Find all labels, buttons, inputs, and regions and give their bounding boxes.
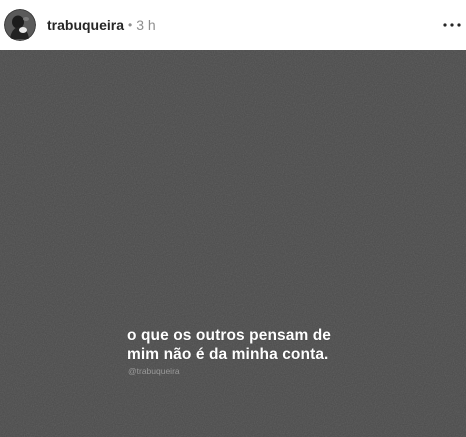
image-watermark: @trabuqueira [128,366,180,376]
quote-line-2: mim não é da minha conta. [127,346,329,363]
profile-avatar-icon [4,9,36,41]
post-image[interactable]: o que os outros pensam de mim não é da m… [0,50,466,437]
quote-line-1: o que os outros pensam de [127,327,332,344]
header-text: trabuqueira • 3 h [47,17,156,33]
avatar[interactable] [4,9,36,41]
separator-dot: • [128,18,133,32]
noise-overlay [0,50,466,437]
post-container: trabuqueira • 3 h o que os outros pensam… [0,0,466,437]
post-timestamp[interactable]: 3 h [136,17,155,33]
username-link[interactable]: trabuqueira [47,17,124,33]
post-header: trabuqueira • 3 h [0,0,466,50]
more-options-button[interactable] [440,13,464,37]
image-grain-texture [0,50,466,437]
image-quote-text: o que os outros pensam de mim não é da m… [127,326,331,364]
more-options-icon [443,23,461,27]
